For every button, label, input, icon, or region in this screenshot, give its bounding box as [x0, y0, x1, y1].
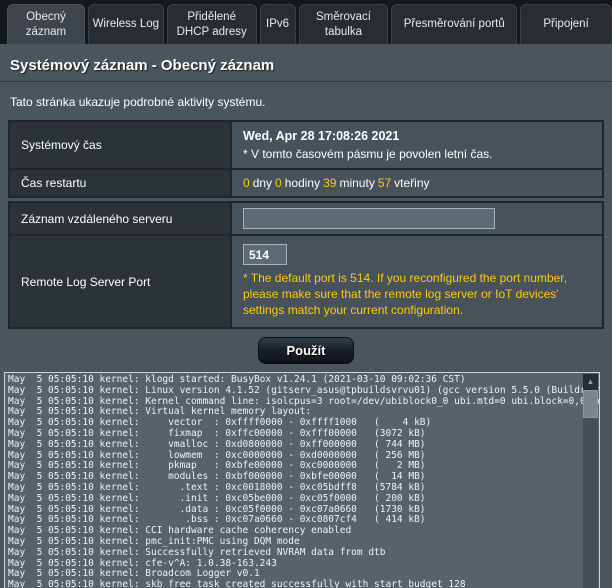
- page-title: Systémový záznam - Obecný záznam: [10, 57, 602, 74]
- table-row: Systémový čas Wed, Apr 28 17:08:26 2021 …: [9, 121, 603, 169]
- remote-server-label: Záznam vzdáleného serveru: [9, 202, 231, 235]
- remote-server-input[interactable]: [243, 208, 495, 229]
- uptime-label: Čas restartu: [9, 169, 231, 197]
- page-description: Tato stránka ukazuje podrobné aktivity s…: [0, 82, 612, 120]
- table-row: Záznam vzdáleného serveru: [9, 202, 603, 235]
- tab-label: Přidělené DHCP adresy: [170, 10, 254, 40]
- system-time-value: Wed, Apr 28 17:08:26 2021: [243, 127, 594, 147]
- system-time-label: Systémový čas: [9, 121, 231, 169]
- tab-label: Wireless Log: [93, 17, 159, 32]
- remote-port-note: * The default port is 514. If you reconf…: [243, 267, 594, 322]
- system-log-viewer: May 5 05:05:10 kernel: klogd started: Bu…: [4, 372, 600, 588]
- tab-ipv6[interactable]: IPv6: [260, 4, 296, 44]
- page-header: Systémový záznam - Obecný záznam: [0, 44, 612, 82]
- remote-server-cell: [231, 202, 603, 235]
- uptime-value: 0dny0hodiny39minuty57vteřiny: [243, 176, 433, 190]
- tab-dhcp-leases[interactable]: Přidělené DHCP adresy: [167, 4, 257, 44]
- remote-port-cell: * The default port is 514. If you reconf…: [231, 235, 603, 328]
- daylight-saving-note: * V tomto časovém pásmu je povolen letní…: [243, 147, 594, 163]
- tab-connections[interactable]: Připojení: [520, 4, 612, 44]
- tab-wireless-log[interactable]: Wireless Log: [88, 4, 164, 44]
- system-log-text[interactable]: May 5 05:05:10 kernel: klogd started: Bu…: [5, 373, 599, 588]
- remote-port-label: Remote Log Server Port: [9, 235, 231, 328]
- tab-label: IPv6: [266, 17, 289, 32]
- tab-label: Připojení: [543, 17, 588, 32]
- tab-label: Přesměrování portů: [404, 17, 505, 32]
- remote-port-input[interactable]: [243, 244, 287, 265]
- button-row: Použít: [0, 329, 612, 368]
- log-scrollbar[interactable]: ▲: [583, 374, 598, 588]
- remote-log-settings-table: Záznam vzdáleného serveru Remote Log Ser…: [8, 201, 604, 329]
- tab-label: Obecný záznam: [10, 10, 82, 40]
- tab-label: Směrovací tabulka: [302, 10, 386, 40]
- table-row: Remote Log Server Port * The default por…: [9, 235, 603, 328]
- log-tab-bar: Obecný záznam Wireless Log Přidělené DHC…: [0, 0, 612, 44]
- system-time-cell: Wed, Apr 28 17:08:26 2021 * V tomto časo…: [231, 121, 603, 169]
- table-row: Čas restartu 0dny0hodiny39minuty57vteřin…: [9, 169, 603, 197]
- tab-port-forwarding[interactable]: Přesměrování portů: [391, 4, 517, 44]
- tab-routing-table[interactable]: Směrovací tabulka: [299, 4, 389, 44]
- scroll-up-icon[interactable]: ▲: [583, 374, 598, 390]
- system-info-table: Systémový čas Wed, Apr 28 17:08:26 2021 …: [8, 120, 604, 198]
- uptime-cell: 0dny0hodiny39minuty57vteřiny: [231, 169, 603, 197]
- scrollbar-thumb[interactable]: [583, 390, 598, 418]
- apply-button[interactable]: Použít: [258, 337, 354, 364]
- tab-general-log[interactable]: Obecný záznam: [7, 4, 85, 44]
